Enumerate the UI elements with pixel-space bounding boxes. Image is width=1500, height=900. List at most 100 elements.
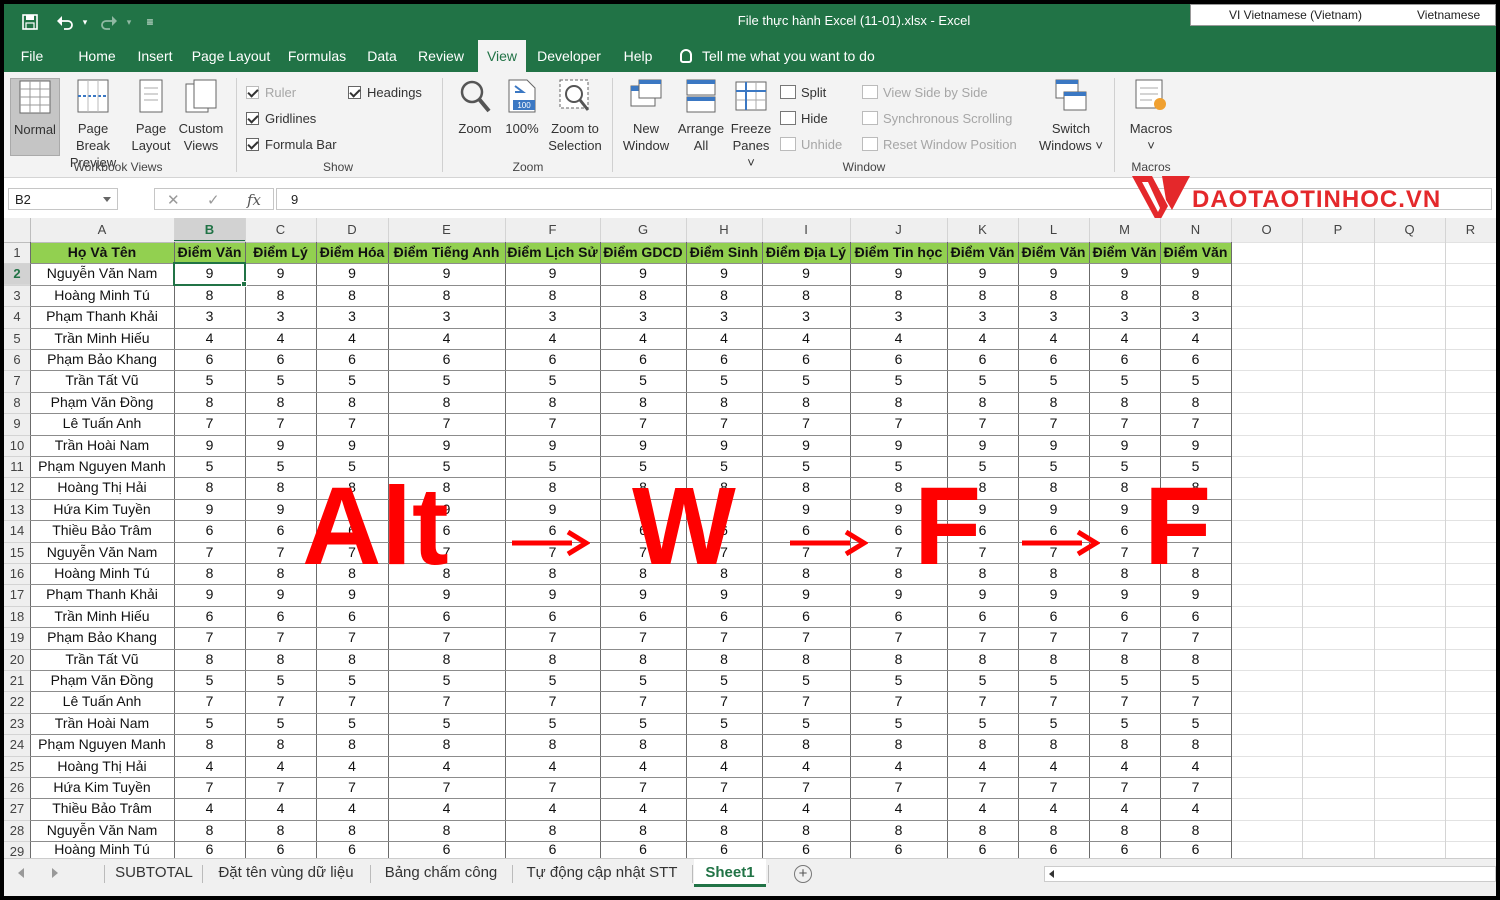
column-header-d[interactable]: D (316, 218, 388, 242)
score-cell[interactable]: 8 (762, 649, 850, 670)
enter-icon[interactable]: ✓ (207, 191, 220, 209)
save-icon[interactable] (18, 10, 42, 34)
header-cell[interactable]: Điểm Văn (1018, 242, 1089, 263)
score-cell[interactable]: 7 (505, 627, 600, 648)
score-cell[interactable]: 3 (1160, 306, 1231, 327)
score-cell[interactable]: 5 (1018, 713, 1089, 734)
score-cell[interactable]: 8 (316, 285, 388, 306)
score-cell[interactable]: 7 (600, 413, 686, 434)
score-cell[interactable]: 5 (174, 670, 245, 691)
sheet-tab-sheet1[interactable]: Sheet1 (694, 859, 766, 887)
score-cell[interactable]: 6 (174, 520, 245, 541)
column-header-l[interactable]: L (1018, 218, 1089, 242)
score-cell[interactable]: 7 (388, 777, 505, 798)
header-cell[interactable]: Điểm Tin học (850, 242, 947, 263)
score-cell[interactable]: 6 (850, 349, 947, 370)
score-cell[interactable]: 5 (762, 370, 850, 391)
column-header-r[interactable]: R (1445, 218, 1496, 242)
column-header-p[interactable]: P (1302, 218, 1374, 242)
score-cell[interactable]: 4 (388, 756, 505, 777)
score-cell[interactable]: 5 (245, 713, 316, 734)
score-cell[interactable]: 5 (600, 713, 686, 734)
score-cell[interactable]: 9 (316, 435, 388, 456)
score-cell[interactable]: 4 (245, 756, 316, 777)
score-cell[interactable]: 7 (316, 627, 388, 648)
score-cell[interactable]: 9 (1089, 435, 1160, 456)
score-cell[interactable]: 5 (388, 713, 505, 734)
score-cell[interactable]: 8 (245, 820, 316, 841)
score-cell[interactable]: 6 (505, 349, 600, 370)
score-cell[interactable]: 8 (174, 563, 245, 584)
score-cell[interactable]: 6 (174, 606, 245, 627)
macros-button[interactable]: Macros ˅ (1120, 78, 1182, 156)
score-cell[interactable]: 3 (316, 306, 388, 327)
name-cell[interactable]: Thiều Bảo Trâm (30, 798, 174, 819)
score-cell[interactable]: 7 (686, 413, 762, 434)
score-cell[interactable]: 8 (174, 649, 245, 670)
score-cell[interactable]: 6 (947, 349, 1018, 370)
score-cell[interactable]: 7 (1160, 413, 1231, 434)
score-cell[interactable]: 8 (686, 820, 762, 841)
name-cell[interactable]: Phạm Nguyen Manh (30, 734, 174, 755)
score-cell[interactable]: 4 (1089, 798, 1160, 819)
score-cell[interactable]: 7 (600, 627, 686, 648)
add-sheet-button[interactable]: + (794, 865, 812, 883)
name-cell[interactable]: Hứa Kim Tuyền (30, 777, 174, 798)
score-cell[interactable]: 5 (1018, 670, 1089, 691)
score-cell[interactable]: 6 (762, 349, 850, 370)
score-cell[interactable]: 9 (1018, 435, 1089, 456)
name-cell[interactable]: Nguyễn Văn Nam (30, 263, 174, 284)
score-cell[interactable]: 4 (1018, 756, 1089, 777)
score-cell[interactable]: 9 (174, 584, 245, 605)
name-cell[interactable]: Trần Minh Hiếu (30, 328, 174, 349)
score-cell[interactable]: 7 (174, 542, 245, 563)
row-header-23[interactable]: 23 (4, 713, 30, 734)
header-cell[interactable]: Điểm GDCD (600, 242, 686, 263)
score-cell[interactable]: 7 (762, 627, 850, 648)
column-header-e[interactable]: E (388, 218, 505, 242)
score-cell[interactable]: 8 (1018, 285, 1089, 306)
column-header-q[interactable]: Q (1374, 218, 1445, 242)
score-cell[interactable]: 7 (686, 777, 762, 798)
score-cell[interactable]: 8 (245, 734, 316, 755)
score-cell[interactable]: 9 (762, 584, 850, 605)
name-box[interactable]: B2 (8, 188, 118, 210)
score-cell[interactable]: 7 (316, 413, 388, 434)
score-cell[interactable]: 8 (1018, 820, 1089, 841)
score-cell[interactable]: 8 (947, 392, 1018, 413)
name-cell[interactable]: Trần Hoài Nam (30, 435, 174, 456)
tab-file[interactable]: File (12, 40, 52, 72)
score-cell[interactable]: 8 (1089, 734, 1160, 755)
column-header-o[interactable]: O (1231, 218, 1302, 242)
score-cell[interactable]: 8 (600, 285, 686, 306)
score-cell[interactable]: 5 (316, 713, 388, 734)
header-cell[interactable]: Điểm Văn (947, 242, 1018, 263)
zoom-to-selection-button[interactable]: Zoom to Selection (542, 78, 608, 156)
score-cell[interactable]: 5 (850, 370, 947, 391)
score-cell[interactable]: 6 (947, 841, 1018, 858)
score-cell[interactable]: 7 (850, 777, 947, 798)
split-button[interactable]: Split (780, 82, 826, 102)
score-cell[interactable]: 9 (1160, 263, 1231, 284)
score-cell[interactable]: 6 (245, 606, 316, 627)
score-cell[interactable]: 9 (686, 263, 762, 284)
score-cell[interactable]: 6 (1160, 349, 1231, 370)
score-cell[interactable]: 5 (600, 370, 686, 391)
score-cell[interactable]: 6 (245, 841, 316, 858)
score-cell[interactable]: 6 (174, 349, 245, 370)
score-cell[interactable]: 8 (947, 734, 1018, 755)
score-cell[interactable]: 9 (174, 435, 245, 456)
header-cell[interactable]: Điểm Sinh (686, 242, 762, 263)
unhide-button[interactable]: Unhide (780, 134, 842, 154)
score-cell[interactable]: 9 (947, 435, 1018, 456)
score-cell[interactable]: 8 (505, 734, 600, 755)
header-cell[interactable]: Điểm Văn (174, 242, 245, 263)
score-cell[interactable]: 4 (245, 328, 316, 349)
score-cell[interactable]: 4 (762, 798, 850, 819)
score-cell[interactable]: 5 (762, 670, 850, 691)
score-cell[interactable]: 8 (686, 392, 762, 413)
score-cell[interactable]: 4 (505, 798, 600, 819)
score-cell[interactable]: 7 (245, 691, 316, 712)
score-cell[interactable]: 8 (1018, 734, 1089, 755)
name-cell[interactable]: Lê Tuấn Anh (30, 691, 174, 712)
